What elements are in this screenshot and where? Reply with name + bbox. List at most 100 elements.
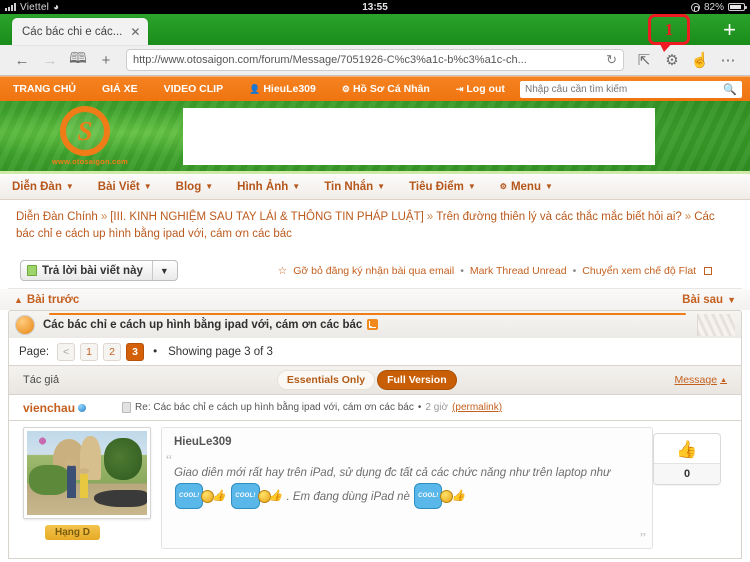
post-header: vienchau Re: Các bác chỉ e cách up hình … (8, 395, 742, 421)
book-icon[interactable]: 🕮 (64, 47, 92, 73)
breadcrumb-item-1[interactable]: [III. KINH NGHIỆM SAU TAY LÁI & THÔNG TI… (110, 211, 424, 223)
username-text: vienchau (23, 400, 76, 415)
menu-item-dien-dan[interactable]: Diễn Đàn ▼ (0, 181, 86, 193)
plus-icon[interactable]: + (723, 18, 736, 41)
site-banner: S www.otosaigon.com (0, 101, 750, 171)
ios-status-bar: Viettel ◕ 13:55 82% (0, 0, 750, 14)
menu-item-hinh-anh[interactable]: Hình Ảnh ▼ (225, 181, 312, 193)
emoticon-thumb: 👍 (268, 490, 283, 502)
permalink-link[interactable]: (permalink) (452, 402, 502, 413)
address-bar[interactable]: http://www.otosaigon.com/forum/Message/7… (126, 49, 624, 71)
menu-label: Hình Ảnh (237, 180, 289, 193)
flat-mode-link[interactable]: Chuyển xem chế độ Flat (582, 265, 696, 277)
reply-button[interactable]: Trả lời bài viết này ▼ (20, 260, 178, 281)
share-icon[interactable]: ⇱ (630, 47, 658, 73)
search-box[interactable]: 🔍 (520, 80, 742, 98)
close-icon[interactable]: ✕ (130, 26, 140, 38)
message-label: Message (674, 374, 718, 386)
like-count: 0 (654, 463, 720, 484)
site-logo[interactable]: S www.otosaigon.com (52, 106, 128, 166)
photo-detail (94, 489, 147, 507)
unsubscribe-email-link[interactable]: Gỡ bỏ đăng ký nhận bài qua email (293, 265, 454, 277)
post-icon (122, 402, 132, 413)
like-column: 👍 0 (653, 427, 731, 558)
menu-item-tieu-diem[interactable]: Tiêu Điểm ▼ (397, 181, 488, 193)
quote-author: HieuLe309 (174, 436, 232, 448)
essentials-only-button[interactable]: Essentials Only (276, 370, 376, 390)
hand-pointer-icon[interactable]: ☝ (686, 47, 714, 73)
thread-options: ☆ Gỡ bỏ đăng ký nhận bài qua email • Mar… (278, 265, 713, 277)
version-toggle: Essentials Only Full Version (276, 370, 457, 390)
menu-item-bai-viet[interactable]: Bài Viết ▼ (86, 181, 164, 193)
post-author-column: Hạng D (19, 427, 159, 558)
pagination-row: Page: < 1 2 3 • Showing page 3 of 3 (8, 338, 742, 366)
chevron-down-icon[interactable]: ▼ (160, 266, 171, 276)
gear-icon[interactable]: ⚙ (658, 47, 686, 73)
pagination-page-3[interactable]: 3 (126, 342, 145, 361)
menu-item-menu[interactable]: ⚙ Menu ▼ (488, 181, 565, 193)
nav-item-video-clip[interactable]: VIDEO CLIP (151, 83, 237, 95)
full-version-button[interactable]: Full Version (377, 370, 457, 390)
menu-item-tin-nhan[interactable]: Tin Nhắn ▼ (312, 181, 397, 193)
reply-icon (27, 265, 37, 276)
pagination-prev-button[interactable]: < (57, 342, 76, 361)
rss-icon[interactable] (367, 319, 379, 330)
post-content: HieuLe309 “ Giao diên mới rất hay trên i… (159, 427, 653, 558)
chevron-up-icon: ▲ (14, 295, 23, 305)
quote-text: Giao diên mới rất hay trên iPad, sử dụng… (174, 462, 638, 510)
user-photo-image (27, 431, 147, 515)
browser-toolbar: ← → 🕮 + http://www.otosaigon.com/forum/M… (0, 45, 750, 76)
breadcrumb-item-0[interactable]: Diễn Đàn Chính (16, 211, 98, 223)
reply-options-row: Trả lời bài viết này ▼ ☆ Gỡ bỏ đăng ký n… (8, 251, 742, 289)
close-quote-icon: ” (639, 531, 646, 546)
menu-item-blog[interactable]: Blog ▼ (164, 181, 225, 193)
menu-label: Tiêu Điểm (409, 180, 464, 193)
emoticon-thumb: 👍 (451, 490, 466, 502)
menu-label: Tin Nhắn (324, 180, 374, 193)
emoticon-label: COOL! (231, 483, 260, 509)
checkbox-icon[interactable] (704, 266, 713, 275)
post-author-name[interactable]: vienchau (23, 400, 87, 415)
thread-title[interactable]: Các bác chỉ e cách up hình bằng ipad với… (43, 319, 379, 331)
search-icon[interactable]: 🔍 (723, 83, 737, 96)
breadcrumb-item-2[interactable]: Trên đường thiên lý và các thắc mắc biết… (436, 211, 682, 223)
nav-item-trang-chu[interactable]: TRANG CHỦ (0, 83, 89, 95)
post-bullet: • (417, 402, 422, 413)
arrow-right-icon[interactable]: → (36, 47, 64, 73)
banner-ad-slot[interactable] (183, 108, 655, 165)
thumbs-up-icon[interactable]: 👍 (654, 434, 720, 463)
triangle-up-icon: ▲ (720, 376, 727, 384)
menu-label: Blog (175, 180, 202, 193)
browser-tab-bar: Các bác chi e các... ✕ + (0, 14, 750, 45)
nav-label: VIDEO CLIP (163, 83, 224, 95)
arrow-left-icon[interactable]: ← (8, 47, 36, 73)
message-sort-link[interactable]: Message ▲ (674, 374, 727, 386)
reply-button-label: Trả lời bài viết này (42, 264, 143, 277)
like-widget[interactable]: 👍 0 (653, 433, 721, 485)
emoticon-cool-icon: COOL! 👍 (231, 483, 282, 509)
mark-thread-unread-link[interactable]: Mark Thread Unread (470, 265, 567, 277)
nav-item-log-out[interactable]: ⇥ Log out (443, 83, 518, 95)
status-bar-clock: 13:55 (362, 1, 388, 13)
breadcrumb-separator: » (100, 211, 108, 223)
pagination-page-2[interactable]: 2 (103, 342, 122, 361)
next-post-link[interactable]: Bài sau ▼ (682, 294, 736, 306)
emoticon-cool-icon: COOL! 👍 (414, 483, 465, 509)
battery-icon (728, 3, 747, 11)
search-input[interactable] (525, 83, 724, 95)
nav-item-gia-xe[interactable]: GIÁ XE (89, 83, 151, 95)
plus-icon[interactable]: + (92, 47, 120, 73)
chevron-down-icon: ▼ (727, 295, 736, 305)
previous-post-link[interactable]: ▲ Bài trước (14, 294, 79, 306)
post-body: Hạng D HieuLe309 “ Giao diên mới rất hay… (8, 421, 742, 559)
reload-icon[interactable]: ↻ (606, 52, 617, 68)
battery-percent: 82% (703, 1, 724, 13)
pagination-page-1[interactable]: 1 (80, 342, 99, 361)
nav-item-user[interactable]: 👤 HieuLe309 (236, 83, 329, 95)
ellipsis-icon[interactable]: ⋯ (714, 47, 742, 73)
nav-item-ho-so-ca-nhan[interactable]: ⚙ Hồ Sơ Cá Nhân (329, 83, 443, 95)
nav-label: Log out (466, 83, 505, 95)
quote-text-part1: Giao diên mới rất hay trên iPad, sử dụng… (174, 467, 611, 479)
nav-label: TRANG CHỦ (13, 83, 76, 95)
browser-tab[interactable]: Các bác chi e các... ✕ (12, 18, 149, 45)
